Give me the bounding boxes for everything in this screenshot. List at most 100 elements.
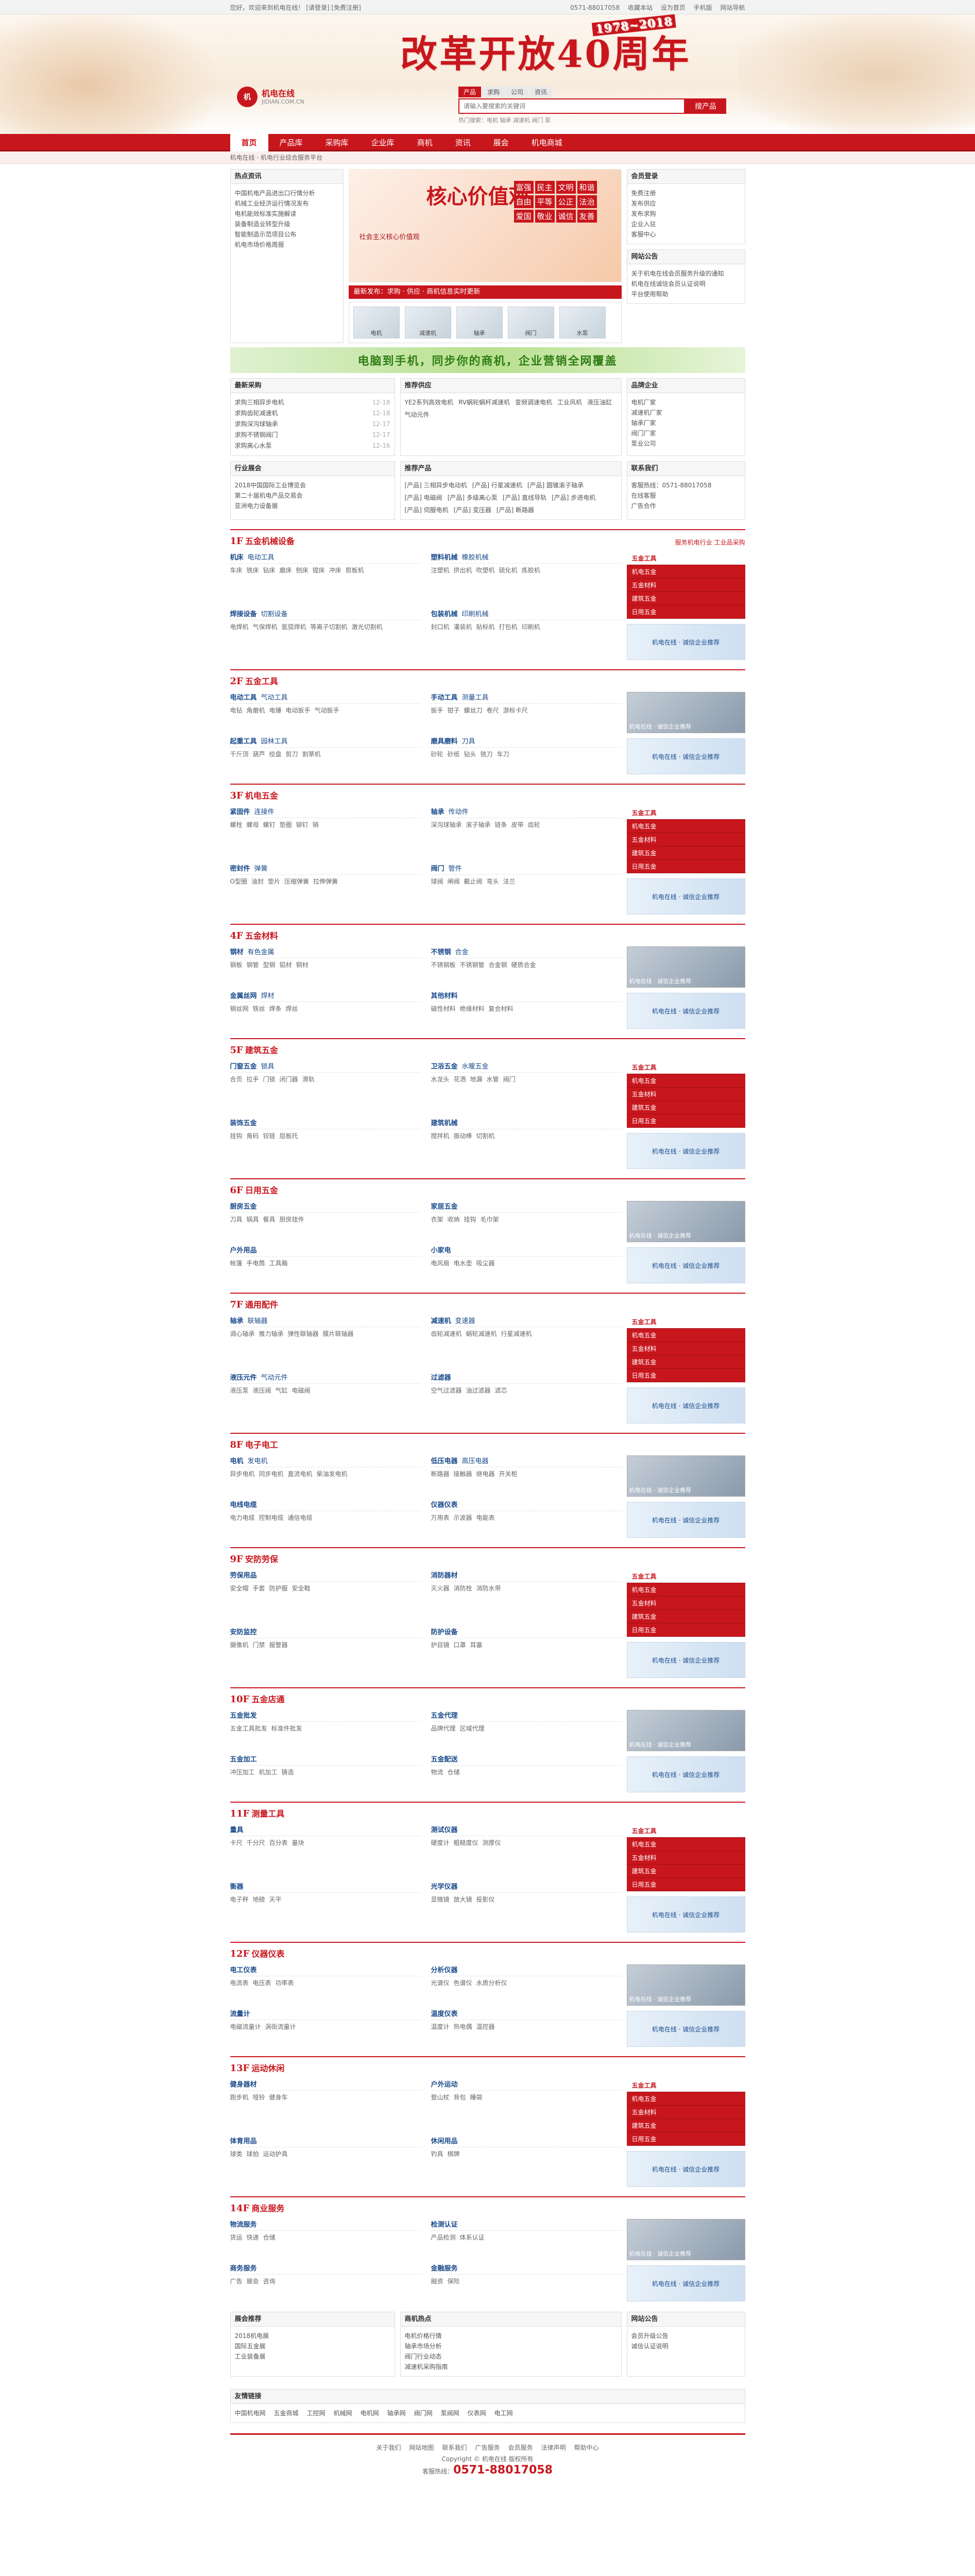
floor-name[interactable]: 机电五金 <box>245 791 278 801</box>
member-link[interactable]: 发布供应 <box>631 198 741 209</box>
category-link[interactable]: 调心轴承 <box>230 1329 255 1339</box>
category-link[interactable]: 开关柜 <box>499 1469 518 1479</box>
news-item[interactable]: 智能制造示范项目公布 <box>235 229 339 240</box>
category-link[interactable]: 量块 <box>292 1838 304 1848</box>
category-link[interactable]: 硬质合金 <box>511 960 536 970</box>
sub-category-name[interactable]: 五金批发 <box>230 1712 257 1720</box>
floor-name[interactable]: 五金机械设备 <box>245 536 295 546</box>
bottom-hot-item[interactable]: 轴承市场分析 <box>405 2341 617 2351</box>
category-link[interactable]: 层板托 <box>280 1131 298 1141</box>
category-link[interactable]: 健身车 <box>269 2092 288 2103</box>
floor-name[interactable]: 运动休闲 <box>251 2063 284 2073</box>
sub-category-name[interactable]: 卫浴五金 <box>431 1063 458 1071</box>
category-link[interactable]: 万用表 <box>431 1513 450 1523</box>
friend-link[interactable]: 中国机电网 <box>235 2408 266 2418</box>
nav-item[interactable]: 机电商城 <box>520 134 574 151</box>
category-link[interactable]: 水质分析仪 <box>476 1978 507 1988</box>
sub-category-name[interactable]: 电动工具 <box>230 694 257 702</box>
main-ad[interactable]: 核心价值观 富强 民主 文明 和谐 自由 平等 公正 法治 爱国 敬业 诚信 友善 社会主义核心价值观 <box>348 169 622 282</box>
brand-item[interactable]: 轴承厂家 <box>631 418 741 428</box>
category-link[interactable]: 睡袋 <box>470 2092 483 2103</box>
sub-category-name[interactable]: 轴承 <box>230 1317 244 1325</box>
category-link[interactable]: 钢管 <box>247 960 259 970</box>
category-link[interactable]: 电焊机 <box>230 622 249 632</box>
machine-image[interactable]: 机电在线 · 诚信企业推荐 <box>626 692 745 733</box>
sub-category-name[interactable]: 商务服务 <box>230 2265 257 2273</box>
category-link[interactable]: 电子秤 <box>230 1894 249 1905</box>
side-ad[interactable]: 机电在线 · 诚信企业推荐 <box>626 1387 745 1423</box>
brand-item[interactable]: 电机厂家 <box>631 397 741 408</box>
category-link[interactable]: 镗床 <box>313 565 325 575</box>
search-tab[interactable]: 产品 <box>458 87 482 97</box>
category-link[interactable]: 链条 <box>495 820 507 830</box>
category-link[interactable]: 游标卡尺 <box>503 705 528 716</box>
side-ad[interactable]: 机电在线 · 诚信企业推荐 <box>626 1756 745 1792</box>
sub-category-name[interactable]: 焊接设备 <box>230 611 257 618</box>
category-link[interactable]: 水龙头 <box>431 1074 450 1084</box>
category-link[interactable]: 货运 <box>230 2232 243 2243</box>
category-link[interactable]: 吸尘器 <box>476 1258 495 1268</box>
expo-item[interactable]: 2018中国国际工业博览会 <box>235 480 390 490</box>
category-link[interactable]: 刀具 <box>230 1214 243 1225</box>
floor-name[interactable]: 仪器仪表 <box>251 1949 284 1959</box>
bottom-hot-item[interactable]: 电机价格行情 <box>405 2331 617 2341</box>
floor-name[interactable]: 通用配件 <box>245 1300 278 1310</box>
footer-link[interactable]: 帮助中心 <box>574 2444 599 2451</box>
side-tab[interactable]: 机电五金 <box>626 820 745 833</box>
footer-link[interactable]: 联系我们 <box>442 2444 467 2451</box>
site-logo[interactable]: 机 机电在线 JIDIAN.COM.CN <box>237 87 304 107</box>
floor-name[interactable]: 日用五金 <box>245 1185 278 1195</box>
category-link[interactable]: 挂钩 <box>464 1214 476 1225</box>
nav-item[interactable]: 企业库 <box>360 134 406 151</box>
category-link[interactable]: 齿轮减速机 <box>431 1329 462 1339</box>
sub-category-name[interactable]: 家居五金 <box>431 1203 458 1211</box>
category-link[interactable]: 地磅 <box>253 1894 265 1905</box>
category-link[interactable]: 焊条 <box>269 1004 282 1014</box>
sub-category-name[interactable]: 防护设备 <box>431 1629 458 1636</box>
category-link[interactable]: 齿轮 <box>528 820 540 830</box>
category-link[interactable]: 测厚仪 <box>483 1838 501 1848</box>
category-link[interactable]: 门锁 <box>263 1074 276 1084</box>
category-link[interactable]: 合金钢 <box>489 960 507 970</box>
sub-category-name[interactable]: 体育用品 <box>230 2138 257 2145</box>
category-link[interactable]: 功率表 <box>276 1978 294 1988</box>
category-link[interactable]: 葫芦 <box>253 749 265 759</box>
category-link[interactable]: 放大镜 <box>454 1894 472 1905</box>
category-link[interactable]: 绝缘材料 <box>460 1004 485 1014</box>
category-link[interactable]: 行星减速机 <box>501 1329 532 1339</box>
recommend-item[interactable]: [产品] 三相异步电动机 <box>405 480 467 490</box>
category-link[interactable]: 电磁流量计 <box>230 2022 261 2032</box>
floor-name[interactable]: 测量工具 <box>251 1809 284 1819</box>
side-tab[interactable]: 机电五金 <box>626 1074 745 1088</box>
sub-category-name[interactable]: 流量计 <box>230 2010 250 2018</box>
supply-item[interactable]: 液压油缸 <box>587 397 612 408</box>
category-link[interactable]: 仓储 <box>448 1767 460 1777</box>
category-link[interactable]: 螺母 <box>247 820 259 830</box>
bottom-expo-item[interactable]: 2018机电展 <box>235 2331 390 2341</box>
category-link[interactable]: 地漏 <box>470 1074 483 1084</box>
recommend-item[interactable]: [产品] 多级离心泵 <box>448 493 498 503</box>
nav-item[interactable]: 商机 <box>406 134 444 151</box>
side-tab[interactable]: 建筑五金 <box>626 2119 745 2132</box>
bottom-notice-item[interactable]: 会员升级公告 <box>631 2331 741 2341</box>
category-link[interactable]: 厨房挂件 <box>280 1214 304 1225</box>
sub-category-name[interactable]: 钢材 <box>230 948 244 956</box>
category-link[interactable]: 卡尺 <box>230 1838 243 1848</box>
supply-item[interactable]: 气动元件 <box>405 410 430 420</box>
category-link[interactable]: 油过滤器 <box>466 1385 491 1396</box>
floor-name[interactable]: 五金店通 <box>251 1694 284 1704</box>
sub-category-name[interactable]: 衡器 <box>230 1883 244 1891</box>
category-link[interactable]: 冲压加工 <box>230 1767 255 1777</box>
category-link[interactable]: 显微镜 <box>431 1894 450 1905</box>
friend-link[interactable]: 电机网 <box>361 2408 379 2418</box>
side-tab[interactable]: 日用五金 <box>626 860 745 873</box>
category-link[interactable]: 电锤 <box>269 705 282 716</box>
category-link[interactable]: 硫化机 <box>499 565 518 575</box>
category-link[interactable]: 闸阀 <box>448 876 460 887</box>
category-link[interactable]: 投影仪 <box>476 1894 495 1905</box>
news-item[interactable]: 机械工业经济运行情况发布 <box>235 198 339 209</box>
category-link[interactable]: 保险 <box>448 2276 460 2286</box>
category-link[interactable]: 同步电机 <box>259 1469 284 1479</box>
category-link[interactable]: 手电筒 <box>247 1258 265 1268</box>
sub-category-name[interactable]: 健身器材 <box>230 2081 257 2089</box>
